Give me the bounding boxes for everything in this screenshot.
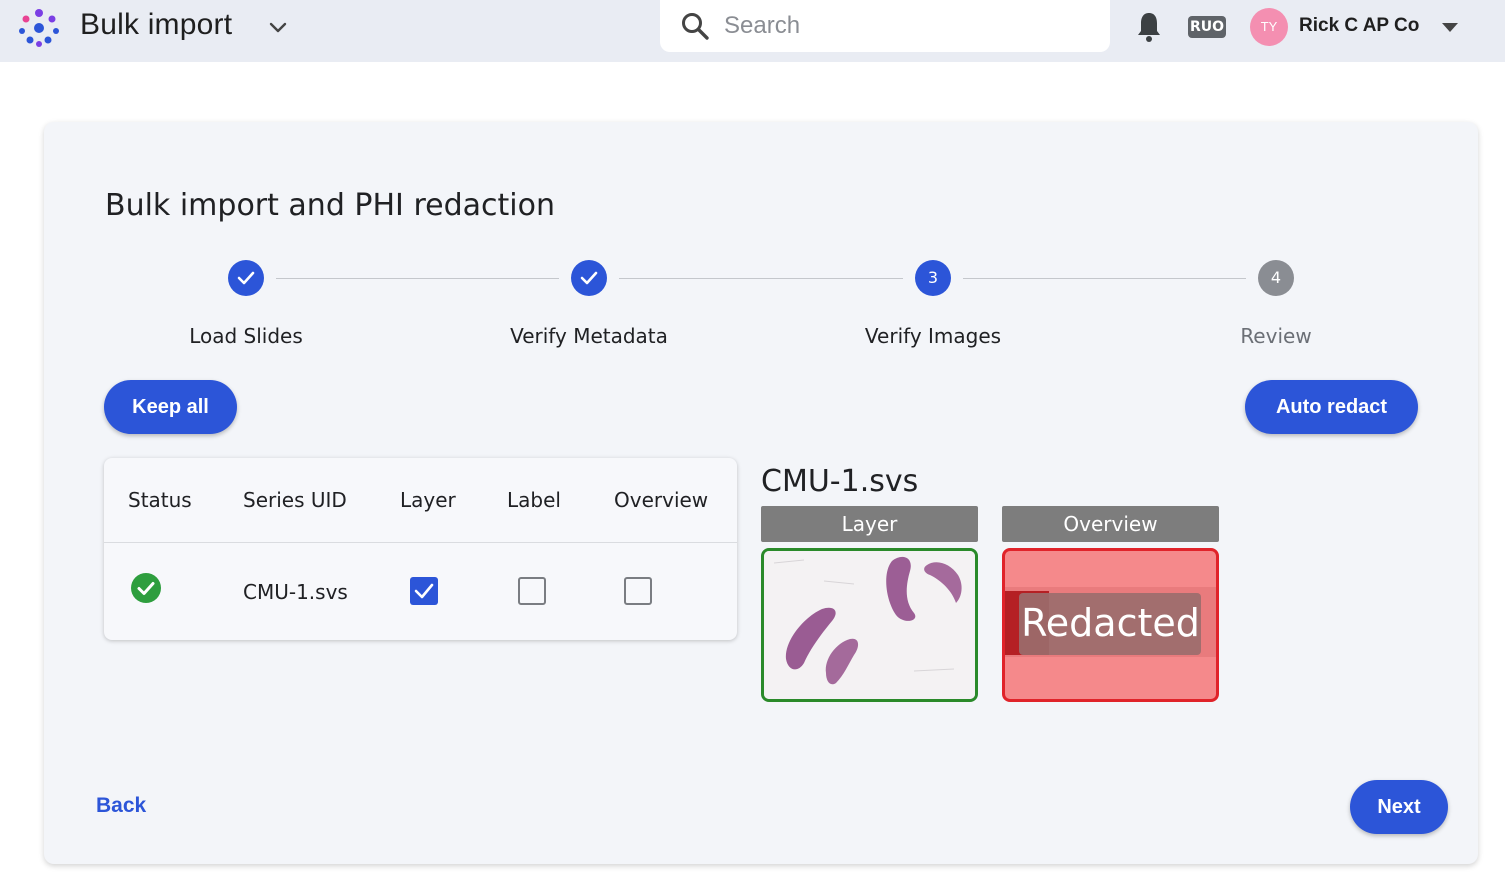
step-connector xyxy=(963,278,1246,279)
step-3-label: Verify Images xyxy=(864,324,1002,348)
checkmark-icon xyxy=(414,583,434,599)
step-3-number: 3 xyxy=(915,260,951,296)
step-connector xyxy=(276,278,559,279)
step-2-label: Verify Metadata xyxy=(510,324,668,348)
column-header-status: Status xyxy=(128,488,192,512)
keep-all-button[interactable]: Keep all xyxy=(104,380,237,434)
user-name[interactable]: Rick C AP Co xyxy=(1299,15,1419,37)
tab-layer[interactable]: Layer xyxy=(761,506,978,542)
slides-table: Status Series UID Layer Label Overview C… xyxy=(104,458,737,640)
preview-title: CMU-1.svs xyxy=(761,464,919,499)
app-logo-icon[interactable] xyxy=(16,4,62,50)
page-title: Bulk import and PHI redaction xyxy=(105,188,555,223)
table-divider xyxy=(104,542,737,543)
auto-redact-button[interactable]: Auto redact xyxy=(1245,380,1418,434)
bell-icon[interactable] xyxy=(1134,10,1164,44)
column-header-layer: Layer xyxy=(400,488,456,512)
step-1-check-icon xyxy=(228,260,264,296)
status-success-icon xyxy=(131,573,161,603)
step-1-label: Load Slides xyxy=(189,324,303,348)
search-icon xyxy=(682,13,709,40)
step-4-number: 4 xyxy=(1258,260,1294,296)
caret-down-icon[interactable] xyxy=(1440,20,1460,34)
import-card: Bulk import and PHI redaction 3 4 Load S… xyxy=(44,122,1478,864)
redacted-label: Redacted xyxy=(1021,601,1200,645)
overview-thumbnail[interactable]: Redacted xyxy=(1002,548,1219,702)
layer-thumbnail[interactable] xyxy=(761,548,978,702)
back-button[interactable]: Back xyxy=(96,794,146,818)
next-button[interactable]: Next xyxy=(1350,780,1448,834)
overview-checkbox[interactable] xyxy=(624,577,652,605)
step-4-label: Review xyxy=(1240,324,1312,348)
column-header-overview: Overview xyxy=(614,488,709,512)
app-title[interactable]: Bulk import xyxy=(80,8,232,42)
label-checkbox[interactable] xyxy=(518,577,546,605)
column-header-label: Label xyxy=(507,488,561,512)
search-box[interactable] xyxy=(660,0,1110,52)
ruo-badge: RUO xyxy=(1188,16,1226,38)
top-bar: Bulk import RUO TY Rick C AP Co xyxy=(0,0,1505,62)
search-input[interactable] xyxy=(724,10,1094,42)
chevron-down-icon[interactable] xyxy=(266,16,290,40)
step-connector xyxy=(619,278,903,279)
avatar[interactable]: TY xyxy=(1250,8,1288,46)
column-header-series-uid: Series UID xyxy=(243,488,347,512)
step-2-check-icon xyxy=(571,260,607,296)
layer-checkbox[interactable] xyxy=(410,577,438,605)
series-uid-cell[interactable]: CMU-1.svs xyxy=(243,580,348,604)
tab-overview[interactable]: Overview xyxy=(1002,506,1219,542)
tissue-slide-image xyxy=(764,551,975,699)
